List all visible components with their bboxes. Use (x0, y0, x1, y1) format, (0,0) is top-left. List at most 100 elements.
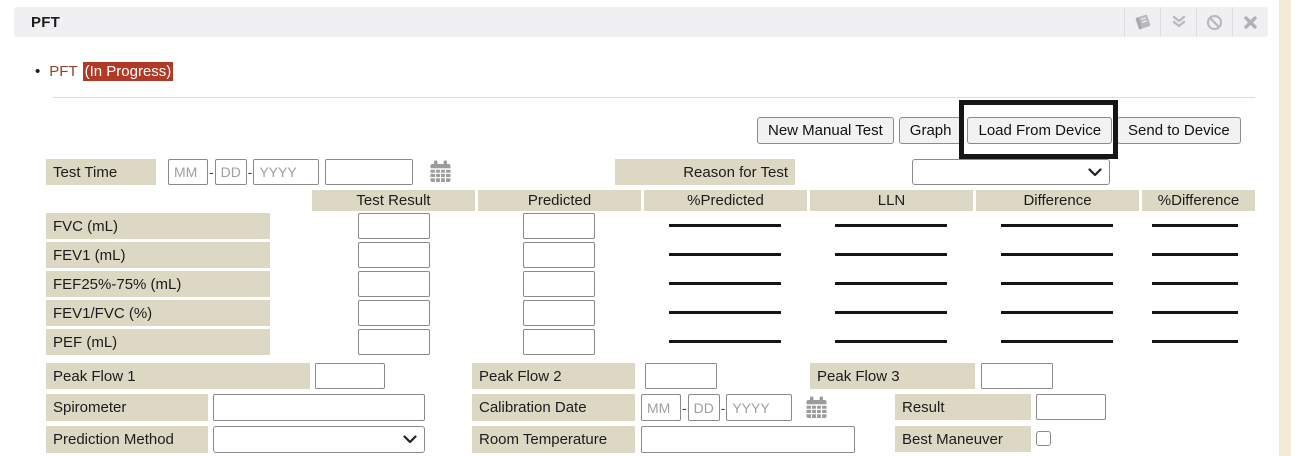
blank-value-line (1152, 340, 1238, 343)
peak-flow-2-input[interactable] (645, 363, 717, 389)
blank-value-line (835, 253, 947, 256)
close-icon[interactable] (1232, 7, 1268, 37)
date-separator: - (682, 400, 687, 416)
calibration-day-input[interactable] (688, 394, 720, 421)
blank-value-line (669, 282, 781, 285)
column-header-difference: Difference (976, 190, 1139, 211)
right-scroll-strip[interactable] (1279, 0, 1291, 456)
column-header-pct-predicted: %Predicted (644, 190, 807, 211)
result-input[interactable] (1036, 394, 1106, 420)
notes-book-icon-glyph (1133, 13, 1153, 31)
spirometer-input[interactable] (213, 394, 425, 421)
fvc-test-result-input[interactable] (358, 213, 430, 239)
room-temperature-input[interactable] (641, 426, 855, 453)
peak-flow-1-input[interactable] (315, 363, 385, 389)
room-temperature-label: Room Temperature (472, 426, 635, 453)
best-maneuver-label: Best Maneuver (895, 426, 1031, 452)
chevron-down-icon (1088, 168, 1102, 177)
metric-label-fef25-75: FEF25%-75% (mL) (46, 271, 270, 297)
date-separator: - (248, 164, 253, 180)
column-header-lln: LLN (810, 190, 973, 211)
best-maneuver-checkbox[interactable] (1036, 431, 1051, 446)
fef25-75-predicted-input[interactable] (523, 271, 595, 297)
prediction-method-select[interactable] (213, 426, 425, 453)
status-badge: (In Progress) (83, 62, 174, 81)
blank-value-line (669, 340, 781, 343)
calibration-date-group: - - (641, 394, 792, 421)
spirometer-label: Spirometer (46, 394, 208, 421)
send-to-device-button[interactable]: Send to Device (1117, 117, 1241, 144)
blank-value-line (669, 253, 781, 256)
blank-value-line (1152, 311, 1238, 314)
cancel-icon[interactable] (1196, 7, 1232, 37)
blank-value-line (669, 311, 781, 314)
calendar-icon (804, 395, 829, 420)
blank-value-line (1152, 282, 1238, 285)
blank-value-line (1001, 253, 1113, 256)
blank-value-line (1152, 253, 1238, 256)
test-time-year-input[interactable] (253, 159, 319, 185)
metric-label-fvc: FVC (mL) (46, 213, 270, 239)
test-time-month-input[interactable] (168, 159, 208, 185)
blank-value-line (835, 282, 947, 285)
blank-value-line (835, 224, 947, 227)
pft-item-link[interactable]: PFT (49, 63, 77, 80)
calibration-date-label: Calibration Date (472, 394, 635, 421)
graph-button[interactable]: Graph (899, 117, 963, 144)
notes-book-icon[interactable] (1124, 7, 1160, 37)
fev1-fvc-predicted-input[interactable] (523, 300, 595, 326)
bullet-marker: • (35, 63, 40, 80)
column-header-predicted: Predicted (478, 190, 641, 211)
fef25-75-test-result-input[interactable] (358, 271, 430, 297)
fev1-predicted-input[interactable] (523, 242, 595, 268)
prediction-method-label: Prediction Method (46, 426, 208, 453)
peak-flow-1-label: Peak Flow 1 (46, 363, 310, 389)
test-time-label: Test Time (46, 159, 156, 185)
blank-value-line (669, 224, 781, 227)
title-bar-actions (1124, 7, 1268, 37)
metric-label-pef: PEF (mL) (46, 329, 270, 355)
chevron-down-icon (403, 435, 417, 444)
column-header-pct-difference: %Difference (1142, 190, 1255, 211)
test-time-calendar-icon[interactable] (428, 159, 453, 189)
test-time-day-input[interactable] (215, 159, 247, 185)
pft-window: PFT (0, 0, 1297, 456)
result-label: Result (895, 394, 1031, 420)
blank-value-line (1001, 224, 1113, 227)
fvc-predicted-input[interactable] (523, 213, 595, 239)
test-time-time-input[interactable] (325, 159, 413, 185)
calibration-month-input[interactable] (641, 394, 681, 421)
pef-test-result-input[interactable] (358, 329, 430, 355)
title-bar: PFT (14, 7, 1268, 37)
status-line: • PFT (In Progress) (35, 62, 173, 81)
column-header-test-result: Test Result (312, 190, 475, 211)
chevron-down-icon (1171, 15, 1187, 29)
new-manual-test-button[interactable]: New Manual Test (757, 117, 894, 144)
page-title: PFT (14, 14, 60, 31)
peak-flow-2-label: Peak Flow 2 (472, 363, 635, 389)
reason-for-test-select[interactable] (912, 159, 1110, 185)
toolbar: New Manual Test Graph Load From Device S… (757, 117, 1241, 144)
fev1-test-result-input[interactable] (358, 242, 430, 268)
blank-value-line (1152, 224, 1238, 227)
peak-flow-3-label: Peak Flow 3 (810, 363, 975, 389)
blank-value-line (835, 340, 947, 343)
peak-flow-3-input[interactable] (981, 363, 1053, 389)
section-divider (53, 97, 1255, 98)
blank-value-line (1001, 340, 1113, 343)
collapse-double-chevron-icon[interactable] (1160, 7, 1196, 37)
blank-value-line (1001, 311, 1113, 314)
metric-label-fev1-fvc: FEV1/FVC (%) (46, 300, 270, 326)
x-icon (1243, 15, 1258, 30)
no-entry-icon (1206, 14, 1223, 31)
calendar-icon (428, 159, 453, 184)
load-from-device-button[interactable]: Load From Device (967, 117, 1112, 144)
test-time-date-group: - - (168, 159, 319, 185)
blank-value-line (1001, 282, 1113, 285)
calibration-calendar-icon[interactable] (804, 395, 829, 425)
calibration-year-input[interactable] (726, 394, 792, 421)
date-separator: - (209, 164, 214, 180)
fev1-fvc-test-result-input[interactable] (358, 300, 430, 326)
metric-label-fev1: FEV1 (mL) (46, 242, 270, 268)
pef-predicted-input[interactable] (523, 329, 595, 355)
